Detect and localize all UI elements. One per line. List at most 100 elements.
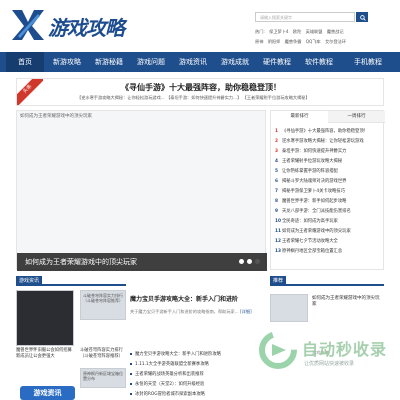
nav-item-hardware[interactable]: 硬件教程	[258, 52, 296, 72]
slider-dot[interactable]	[255, 259, 260, 264]
nav-item-cheats[interactable]: 新游秘籍	[90, 52, 128, 72]
rank-number: 7	[275, 189, 278, 194]
list-item[interactable]: 魔力宝贝手游攻略大全：新手入门和进阶攻略	[130, 350, 265, 359]
recommend-thumbnail[interactable]	[270, 294, 308, 322]
site-logo[interactable]: 游戏攻略	[10, 6, 130, 42]
thumbnail-alt: 斗破苍穹阵容实力排行（斗破苍穹阵容推荐）	[83, 293, 123, 303]
rank-number: 9	[275, 209, 278, 214]
rank-number: 8	[275, 199, 278, 204]
slider-caption-bar: 如何成为王者荣耀游戏中的顶尖玩家	[17, 253, 267, 271]
ranking-tabs: 最新排行 一周排行	[271, 111, 385, 123]
list-item[interactable]: 11如何成为王者荣耀游戏中的顶尖玩家	[275, 227, 383, 236]
rank-title: 让你熟练掌握手游的阵容搭配	[282, 169, 338, 174]
hot-keyword[interactable]: 艾尔登法环	[325, 39, 346, 44]
rank-title: 王者荣耀七夕节活动攻略大全	[282, 239, 338, 244]
headline-banner: 头条 《寻仙手游》十大最强阵容，助你稳稳登顶！ 【逆水寒手游攻略大揭秘：让你轻松…	[16, 78, 384, 106]
news-caption[interactable]: 斗破苍穹阵容实力排行（斗破苍穹阵容推荐）	[80, 348, 126, 360]
nav-item-software[interactable]: 软件教程	[300, 52, 338, 72]
news-thumbnail[interactable]: 原神枫丹新区域宝箱位置分布	[80, 368, 126, 388]
main-nav: 首页 新游攻略 新游秘籍 游戏问题 游戏资讯 游戏成就 硬件教程 软件教程 手机…	[0, 52, 400, 72]
hot-keyword[interactable]: 保卫萝卜4	[269, 29, 288, 34]
list-item[interactable]: 10全民奇迹：如何成为高手玩家	[275, 217, 383, 226]
yx-logo-icon	[12, 10, 44, 40]
headline-link[interactable]: 【王者荣耀射手位游玩攻略大揭秘】	[243, 95, 310, 100]
list-item[interactable]: 12王者荣耀七夕节活动攻略大全	[275, 237, 383, 246]
list-item[interactable]: 2 逆水寒手游攻略大揭秘：让你轻松游玩游戏	[275, 137, 383, 146]
feature-desc-text: 关于魔力宝贝手游新手入门和进阶的攻略指南，帮助玩家...	[130, 309, 239, 314]
watermark-text: 自动秒收录	[302, 340, 388, 359]
hot-keywords-row1: 热门: 保卫萝卜4 欧陀 英雄联盟 魔兽战记	[255, 29, 385, 35]
hot-keyword[interactable]: 欧陀	[293, 29, 301, 34]
slider-caption[interactable]: 如何成为王者荣耀游戏中的顶尖玩家	[25, 257, 137, 267]
list-item[interactable]: 4 王者荣耀射手位游玩攻略大揭秘	[275, 157, 383, 166]
hot-keyword[interactable]: QQ飞车	[306, 39, 321, 44]
news-caption[interactable]: 魔兽世界怀旧服公会如何招募新成员让公会更强大	[16, 348, 76, 360]
hot-keywords-row2: 原神 阴阳师 魔兽争霸 QQ飞车 艾尔登法环	[255, 39, 385, 45]
hot-keyword[interactable]: 原神	[255, 39, 263, 44]
nav-item-mobile[interactable]: 手机教程	[342, 52, 394, 72]
search-button[interactable]	[356, 12, 368, 22]
search-placeholder: 请输入搜索关键字	[260, 15, 292, 20]
list-item[interactable]: 1 《寻仙手游》十大最强阵容，助你稳稳登顶！	[275, 127, 383, 136]
hot-keyword[interactable]: 魔兽争霸	[285, 39, 302, 44]
rank-number: 1	[275, 129, 278, 134]
list-item[interactable]: 1.11.1大全手游英雄联盟全新赛季攻略	[130, 360, 265, 369]
hot-keyword[interactable]: 英雄联盟	[306, 29, 323, 34]
rank-number: 11	[275, 229, 281, 234]
news-section-title[interactable]: 游戏资讯	[16, 276, 43, 286]
list-item[interactable]: 8 魔兽世界手游：新手如何起步攻略	[275, 197, 383, 206]
list-item[interactable]: 冰封的ROG冒险者城市探索副本攻略	[130, 390, 265, 399]
list-item[interactable]: 王者荣耀的战场英雄分析和出装推荐	[130, 370, 265, 379]
headline-title[interactable]: 《寻仙手游》十大最强阵容，助你稳稳登顶！	[17, 82, 385, 93]
list-item[interactable]: 7 揭秘手游保卫萝卜4关卡攻略技巧	[275, 187, 383, 196]
list-item[interactable]: 6 揭秘斗罗大陆魂师对决的游戏世界	[275, 177, 383, 186]
news-thumbnail[interactable]	[16, 290, 74, 346]
headline-link[interactable]: 【泰坦手游：如何快速提升神爵实力...】	[166, 95, 241, 100]
search-input[interactable]: 请输入搜索关键字	[255, 12, 355, 22]
rank-number: 4	[275, 159, 278, 164]
rank-title: 天龙八部手游：全门派技能伤害排名	[282, 209, 351, 214]
nav-item-new-guides[interactable]: 新游攻略	[48, 52, 86, 72]
recommend-header: 推荐	[270, 276, 384, 286]
hot-keyword[interactable]: 魔兽战记	[327, 29, 344, 34]
feature-description: 关于魔力宝贝手游新手入门和进阶的攻略指南，帮助玩家... [详细]	[130, 309, 265, 315]
rank-number: 2	[275, 139, 278, 144]
hot-label: 热门:	[255, 29, 265, 34]
watermark: 自动秒收录 让优质网站快速被收录	[258, 328, 388, 384]
search-icon	[360, 15, 366, 21]
list-item[interactable]: 3 泰坦手游：如何快速提升神爵实力	[275, 147, 383, 156]
nav-item-achievements[interactable]: 游戏成就	[216, 52, 254, 72]
recommend-entry-title[interactable]: 如何成为王者荣耀游戏中的顶尖玩家	[312, 296, 382, 308]
hot-keyword[interactable]: 阴阳师	[268, 39, 281, 44]
list-item[interactable]: 13原神枫丹地区全部宝箱位置汇总	[275, 247, 383, 256]
nav-item-home[interactable]: 首页	[6, 52, 44, 72]
news-thumbnail[interactable]: 斗破苍穹阵容实力排行（斗破苍穹阵容推荐）	[80, 290, 126, 320]
list-item[interactable]: 9 天龙八部手游：全门派技能伤害排名	[275, 207, 383, 216]
site-header: 游戏攻略 请输入搜索关键字 热门: 保卫萝卜4 欧陀 英雄联盟 魔兽战记 原神 …	[0, 0, 400, 52]
thumbnail-alt: 原神枫丹新区域宝箱位置分布	[83, 371, 123, 381]
rank-title: 魔兽世界手游：新手如何起步攻略	[282, 199, 347, 204]
rank-number: 3	[275, 149, 278, 154]
feature-article: 魔力宝贝手游攻略大全：新手入门和进阶 关于魔力宝贝手游新手入门和进阶的攻略指南，…	[130, 296, 265, 315]
headline-links: 【逆水寒手游攻略大揭秘：让你轻松游玩游戏... 【泰坦手游：如何快速提升神爵实力…	[77, 95, 377, 101]
slider-dots	[239, 259, 265, 265]
rank-number: 12	[275, 239, 281, 244]
nav-item-news[interactable]: 游戏资讯	[174, 52, 212, 72]
slider-dot[interactable]	[239, 259, 244, 264]
list-item[interactable]: 5 让你熟练掌握手游的阵容搭配	[275, 167, 383, 176]
watermark-subtext: 让优质网站快速被收录	[304, 361, 355, 367]
slider-image-alt: 如何成为王者荣耀游戏中的顶尖玩家	[20, 114, 92, 119]
recommend-title[interactable]: 推荐	[270, 276, 287, 286]
list-item[interactable]: 永恒的天堂（天堂2）：如何升级经验	[130, 380, 265, 389]
game-news-badge[interactable]: 游戏资讯	[20, 386, 75, 400]
headline-link[interactable]: 【逆水寒手游攻略大揭秘：让你轻松游玩游戏...	[77, 95, 165, 100]
tab-weekly-ranking[interactable]: 一周排行	[328, 111, 385, 123]
rank-title: 揭秘斗罗大陆魂师对决的游戏世界	[282, 179, 347, 184]
feature-title[interactable]: 魔力宝贝手游攻略大全：新手入门和进阶	[130, 296, 265, 304]
tab-latest-ranking[interactable]: 最新排行	[271, 111, 328, 123]
feature-more-link[interactable]: [详细]	[240, 309, 252, 314]
image-slider[interactable]: 如何成为王者荣耀游戏中的顶尖玩家 如何成为王者荣耀游戏中的顶尖玩家	[16, 110, 267, 271]
slider-dot[interactable]	[247, 259, 252, 264]
nav-item-questions[interactable]: 游戏问题	[132, 52, 170, 72]
rank-title: 全民奇迹：如何成为高手玩家	[282, 219, 338, 224]
